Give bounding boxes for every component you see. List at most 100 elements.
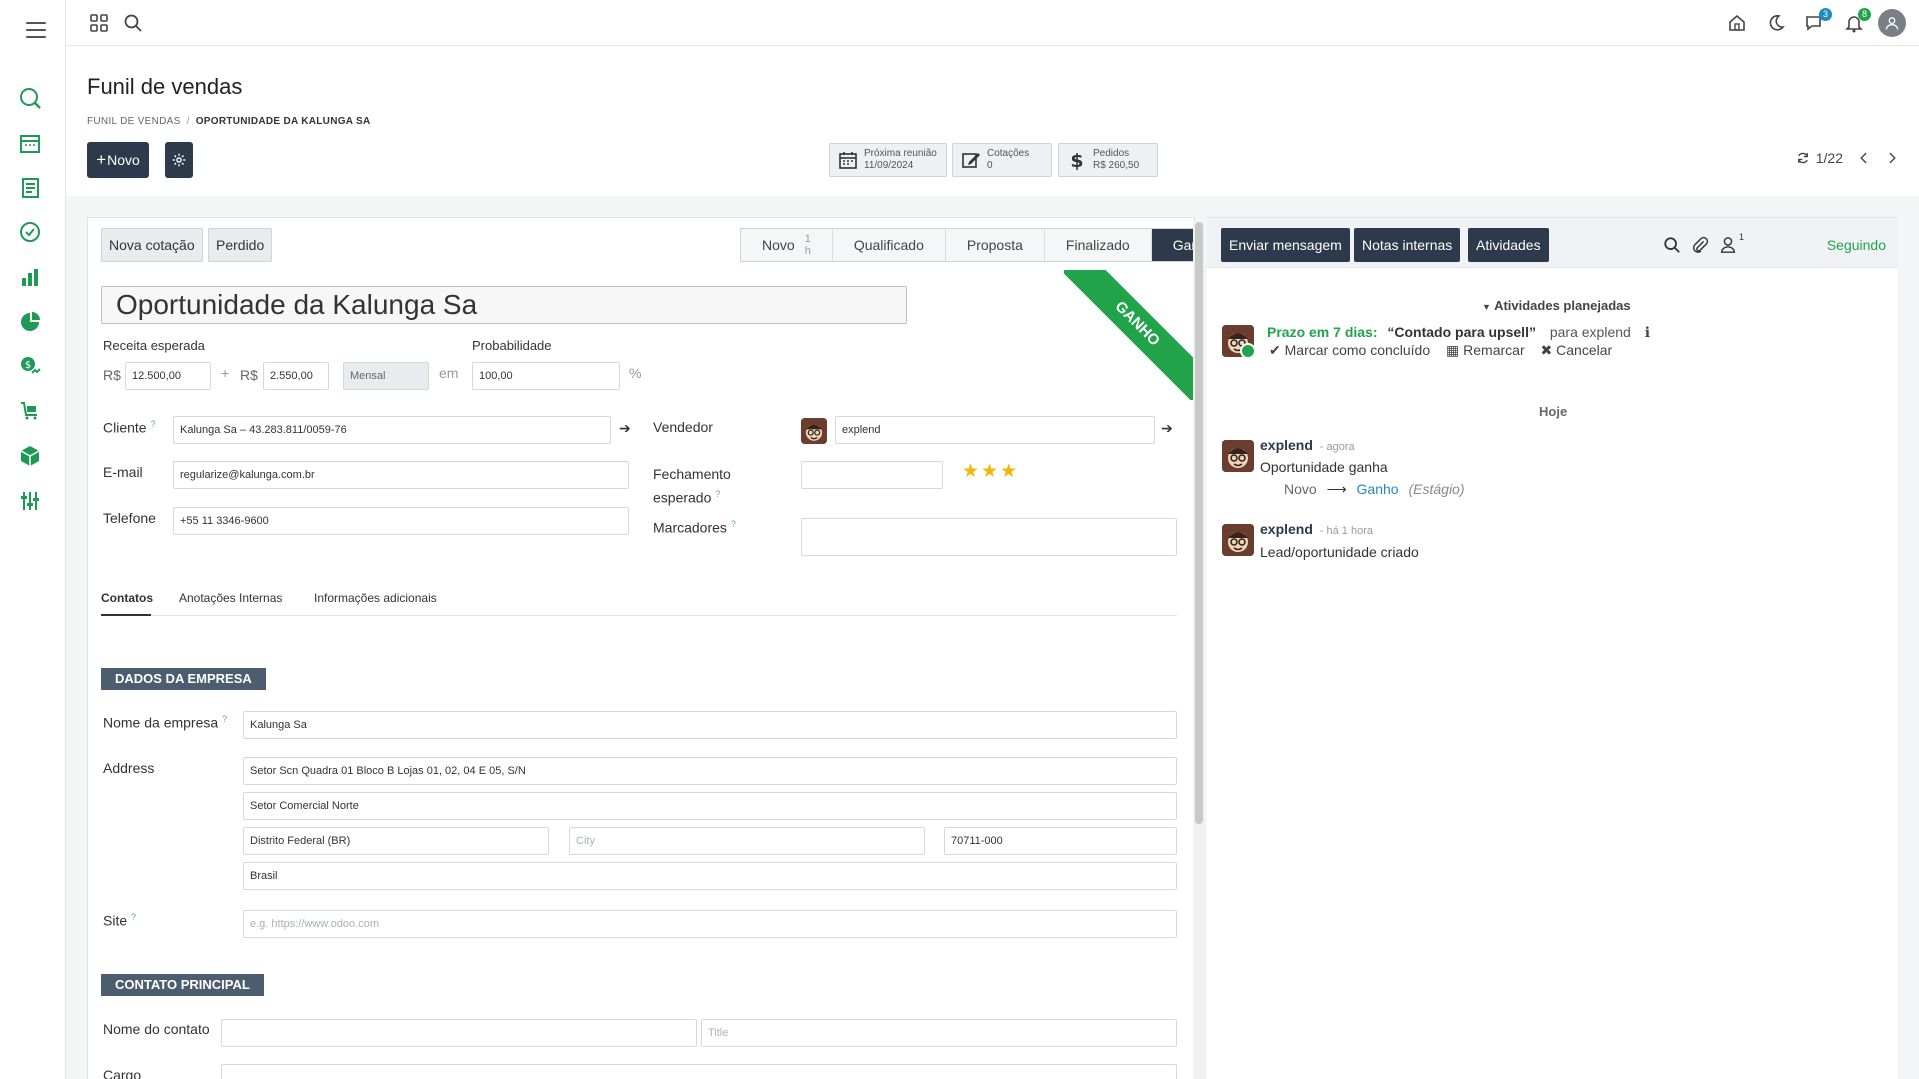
message-time: - agora <box>1319 441 1355 453</box>
gear-icon[interactable] <box>165 142 193 178</box>
crm-app-icon[interactable] <box>16 218 44 246</box>
contact-name-input[interactable] <box>221 1019 697 1047</box>
bell-icon[interactable]: 8 <box>1843 8 1871 34</box>
dollar-icon: $ <box>1070 150 1083 170</box>
pager-value[interactable]: 1/22 <box>1816 150 1843 166</box>
dark-mode-icon[interactable] <box>1765 12 1787 34</box>
zip-input[interactable]: 70711-000 <box>944 827 1177 855</box>
contact-title-input[interactable]: Title <box>701 1019 1177 1047</box>
email-input[interactable]: regularize@kalunga.com.br <box>173 461 629 489</box>
reschedule-button[interactable]: ▦ Remarcar <box>1446 342 1525 358</box>
following-button[interactable]: Seguindo <box>1827 237 1886 253</box>
discuss-app-icon[interactable] <box>16 84 44 112</box>
street-input[interactable]: Setor Scn Quadra 01 Bloco B Lojas 01, 02… <box>243 757 1177 785</box>
inventory-app-icon[interactable] <box>16 442 44 470</box>
recurring-plan-select[interactable]: Mensal <box>343 362 429 390</box>
plus-sign: + <box>221 365 230 381</box>
page-title: Funil de vendas <box>87 74 243 99</box>
form-sheet: Nova cotação Perdido Novo 1 h Qualificado… <box>87 217 1195 1079</box>
sales-app-icon[interactable]: $ <box>16 352 44 380</box>
discuss-badge: 3 <box>1819 8 1832 21</box>
chevron-right-icon[interactable] <box>1885 151 1899 165</box>
tab-additional-info[interactable]: Informações adicionais <box>314 588 437 616</box>
star-icon[interactable]: ★ <box>981 461 1000 482</box>
apps-grid-icon[interactable] <box>88 12 110 34</box>
info-icon[interactable]: ℹ <box>1645 324 1650 340</box>
expected-revenue-input[interactable]: 12.500,00 <box>125 362 211 390</box>
user-avatar[interactable] <box>1878 9 1906 37</box>
new-quotation-button[interactable]: Nova cotação <box>101 228 203 262</box>
company-name-input[interactable]: Kalunga Sa <box>243 711 1177 739</box>
log-note-button[interactable]: Notas internas <box>1354 228 1461 262</box>
tracking-value: Novo ⟶ Ganho (Estágio) <box>1284 481 1465 497</box>
follower-icon[interactable] <box>1719 236 1737 254</box>
stage-qualified[interactable]: Qualificado <box>832 229 946 261</box>
search-icon[interactable] <box>1663 236 1681 254</box>
tags-input[interactable] <box>801 518 1177 556</box>
cancel-activity-button[interactable]: ✖ Cancelar <box>1541 342 1613 358</box>
stage-new[interactable]: Novo 1 h <box>741 229 833 261</box>
stage-won[interactable]: Ganho <box>1151 229 1194 261</box>
message-author[interactable]: explend <box>1260 437 1313 453</box>
country-input[interactable]: Brasil <box>243 862 1177 890</box>
phone-input[interactable]: +55 11 3346-9600 <box>173 507 629 535</box>
star-icon[interactable]: ★ <box>1000 461 1019 482</box>
site-input[interactable]: e.g. https://www.odoo.com <box>243 910 1177 938</box>
tab-internal-notes[interactable]: Anotações Internas <box>179 588 282 616</box>
send-message-button[interactable]: Enviar mensagem <box>1221 228 1350 262</box>
smart-button-quotations[interactable]: Cotações 0 <box>952 143 1052 177</box>
new-button[interactable]: + Novo <box>87 142 149 178</box>
settings-app-icon[interactable] <box>16 487 44 515</box>
address-label: Address <box>103 760 155 776</box>
priority-stars[interactable]: ★★★ <box>962 460 1019 483</box>
refresh-icon[interactable] <box>1796 151 1810 165</box>
app-sidebar: $ <box>0 0 66 1079</box>
probability-input[interactable]: 100,00 <box>472 362 620 390</box>
activity-actions: ✔ Marcar como concluído ▦ Remarcar ✖ Can… <box>1269 342 1612 359</box>
breadcrumb-current: Oportunidade da Kalunga Sa <box>195 116 371 127</box>
calendar-app-icon[interactable] <box>16 129 44 157</box>
customer-input[interactable]: Kalunga Sa – 43.283.811/0059-76 <box>173 416 611 444</box>
state-input[interactable]: Distrito Federal (BR) <box>243 827 549 855</box>
customer-link-arrow-icon[interactable]: ➔ <box>619 420 631 437</box>
pie-chart-app-icon[interactable] <box>16 308 44 336</box>
notebook-tabs: Contatos Anotações Internas Informações … <box>101 588 1177 616</box>
smart-button-meeting[interactable]: Próxima reunião 11/09/2024 <box>829 143 947 177</box>
tab-contacts[interactable]: Contatos <box>101 588 153 616</box>
expected-closing-input[interactable] <box>801 461 943 489</box>
control-panel: Funil de vendas Funil de vendas / Oportuni… <box>66 46 1919 196</box>
message-author[interactable]: explend <box>1260 521 1313 537</box>
phone-activity-icon <box>1240 343 1256 359</box>
paperclip-icon[interactable] <box>1691 236 1709 254</box>
breadcrumb-parent[interactable]: Funil de vendas <box>87 116 181 127</box>
smart-button-orders[interactable]: $ Pedidos R$ 260,50 <box>1058 143 1158 177</box>
activity-line: Prazo em 7 dias: “Contado para upsell” p… <box>1267 324 1651 340</box>
notes-app-icon[interactable] <box>16 174 44 202</box>
star-icon[interactable]: ★ <box>962 461 981 482</box>
salesperson-input[interactable]: explend <box>835 416 1155 444</box>
lost-button[interactable]: Perdido <box>208 228 273 262</box>
recurring-revenue-input[interactable]: 2.550,00 <box>263 362 329 390</box>
stage-finalized[interactable]: Finalizado <box>1044 229 1152 261</box>
salesperson-link-arrow-icon[interactable]: ➔ <box>1161 420 1173 437</box>
activities-button[interactable]: Atividades <box>1468 228 1549 262</box>
opportunity-name-input[interactable]: Oportunidade da Kalunga Sa <box>101 286 907 324</box>
message-header: explend - agora <box>1260 437 1355 453</box>
menu-toggle-icon[interactable] <box>26 22 46 38</box>
street2-input[interactable]: Setor Comercial Norte <box>243 792 1177 820</box>
home-icon[interactable] <box>1726 12 1748 34</box>
reports-app-icon[interactable] <box>16 263 44 291</box>
stage-proposal[interactable]: Proposta <box>945 229 1045 261</box>
form-scrollbar[interactable] <box>1193 222 1205 1079</box>
chevron-left-icon[interactable] <box>1857 151 1871 165</box>
arrow-right-icon: ⟶ <box>1326 481 1347 497</box>
search-icon[interactable] <box>122 12 144 34</box>
job-input[interactable] <box>221 1064 1177 1079</box>
planned-activities-toggle[interactable]: ▼ Atividades planejadas <box>1482 298 1631 313</box>
mark-done-button[interactable]: ✔ Marcar como concluído <box>1269 342 1430 358</box>
chatter-panel: Enviar mensagem Notas internas Atividade… <box>1207 217 1898 1079</box>
city-input[interactable]: City <box>569 827 925 855</box>
tags-label: Marcadores ? <box>653 519 736 536</box>
discuss-icon[interactable]: 3 <box>1804 8 1832 34</box>
purchase-app-icon[interactable] <box>16 397 44 425</box>
